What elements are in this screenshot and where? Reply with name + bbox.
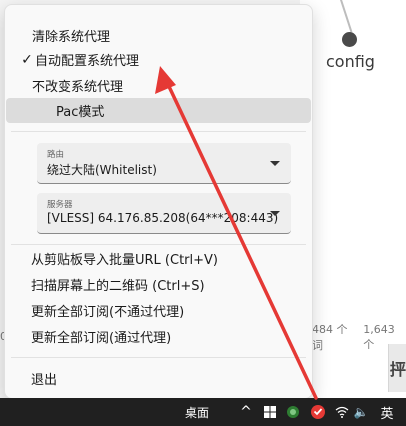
route-select[interactable]: 路由 绕过大陆(Whitelist) [37, 143, 291, 184]
menu-item-label: 自动配置系统代理 [35, 54, 140, 69]
menu-item-label: 清除系统代理 [32, 30, 111, 45]
show-desktop-label[interactable]: 桌面 [180, 398, 214, 426]
graph-node-label: config [326, 52, 375, 71]
ime-indicator[interactable]: 英 [378, 398, 396, 426]
windows-icon[interactable] [262, 398, 278, 426]
menu-item-import-clipboard[interactable]: 从剪贴板导入批量URL (Ctrl+V) [11, 246, 306, 271]
menu-separator [11, 131, 306, 132]
menu-item-exit[interactable]: 退出 [11, 366, 306, 391]
menu-item-scan-qr[interactable]: 扫描屏幕上的二维码 (Ctrl+S) [11, 272, 306, 297]
volume-icon[interactable]: 🔈 [353, 398, 369, 426]
menu-item-pac-mode[interactable]: Pac模式 [6, 98, 311, 123]
menu-item-label: 退出 [31, 373, 58, 388]
check-icon: ✓ [21, 51, 33, 68]
route-value: 绕过大陆(Whitelist) [47, 163, 157, 177]
wifi-icon[interactable] [334, 398, 350, 426]
chevron-down-icon [270, 211, 280, 216]
server-caption: 服务器 [47, 200, 73, 210]
menu-separator [11, 357, 306, 358]
chevron-down-icon [270, 161, 280, 166]
menu-item-auto-proxy[interactable]: ✓ 自动配置系统代理 [11, 47, 306, 72]
v2ray-tray-icon[interactable] [309, 398, 327, 426]
green-app-icon [287, 406, 299, 418]
menu-item-keep-proxy[interactable]: 不改变系统代理 [11, 73, 306, 98]
app-tray-icon[interactable] [285, 398, 301, 426]
chevron-up-icon[interactable]: ^ [238, 398, 254, 426]
route-caption: 路由 [47, 150, 65, 160]
side-panel-edge[interactable]: 抨 [388, 344, 406, 392]
menu-item-label: 不改变系统代理 [32, 80, 124, 95]
menu-separator [11, 244, 306, 245]
menu-item-label: Pac模式 [56, 105, 105, 120]
v2ray-icon [311, 405, 325, 419]
tray-context-menu: 清除系统代理 ✓ 自动配置系统代理 不改变系统代理 Pac模式 路由 绕过大陆(… [4, 4, 313, 399]
wifi-signal-icon [335, 406, 349, 418]
taskbar: 桌面 ^ 🔈 英 [0, 398, 406, 426]
menu-item-update-subs-direct[interactable]: 更新全部订阅(不通过代理) [11, 298, 306, 323]
menu-item-label: 更新全部订阅(通过代理) [31, 331, 172, 346]
menu-item-label: 扫描屏幕上的二维码 (Ctrl+S) [31, 279, 205, 294]
menu-item-label: 从剪贴板导入批量URL (Ctrl+V) [31, 253, 218, 268]
graph-node-config[interactable] [342, 32, 357, 47]
word-count: 484 个词 [312, 323, 348, 352]
menu-item-label: 更新全部订阅(不通过代理) [31, 305, 185, 320]
server-select[interactable]: 服务器 [VLESS] 64.176.85.208(64***208:443) [37, 193, 291, 234]
server-value: [VLESS] 64.176.85.208(64***208:443) [47, 211, 279, 225]
menu-item-update-subs-proxy[interactable]: 更新全部订阅(通过代理) [11, 324, 306, 349]
windows-logo-icon [264, 406, 276, 418]
menu-item-clear-proxy[interactable]: 清除系统代理 [11, 23, 306, 48]
